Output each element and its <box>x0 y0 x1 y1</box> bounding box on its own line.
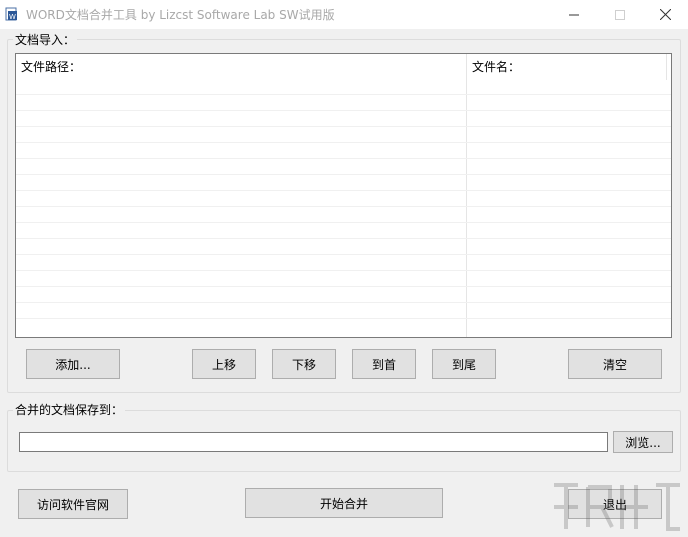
maximize-button[interactable] <box>597 0 643 29</box>
start-merge-button[interactable]: 开始合并 <box>245 488 443 518</box>
close-button[interactable] <box>642 0 688 29</box>
clear-button[interactable]: 清空 <box>568 349 662 379</box>
close-icon <box>659 9 671 20</box>
file-list-header: 文件路径： 文件名： <box>16 54 671 80</box>
minimize-icon <box>569 14 579 15</box>
site-watermark-logo <box>554 483 680 531</box>
move-to-bottom-button[interactable]: 到尾 <box>432 349 496 379</box>
list-row <box>16 174 671 190</box>
column-header-file-name[interactable]: 文件名： <box>467 54 667 80</box>
column-divider-end <box>666 54 667 80</box>
column-header-file-path[interactable]: 文件路径： <box>16 54 466 80</box>
move-down-button[interactable]: 下移 <box>272 349 336 379</box>
import-group-label: 文档导入： <box>13 33 78 47</box>
maximize-icon <box>615 9 625 20</box>
list-row <box>16 94 671 110</box>
list-row <box>16 222 671 238</box>
move-to-top-button[interactable]: 到首 <box>352 349 416 379</box>
list-row <box>16 238 671 254</box>
list-row <box>16 190 671 206</box>
list-row <box>16 206 671 222</box>
svg-text:W: W <box>9 13 16 21</box>
add-button[interactable]: 添加... <box>26 349 120 379</box>
move-up-button[interactable]: 上移 <box>192 349 256 379</box>
minimize-button[interactable] <box>551 0 597 29</box>
list-row <box>16 126 671 142</box>
list-row <box>16 270 671 286</box>
app-icon: W <box>5 7 17 21</box>
visit-website-button[interactable]: 访问软件官网 <box>18 489 128 519</box>
title-bar[interactable]: W WORD文档合并工具 by Lizcst Software Lab SW试用… <box>0 0 688 29</box>
list-row <box>16 286 671 302</box>
save-path-input[interactable] <box>19 432 608 452</box>
list-row <box>16 254 671 270</box>
list-row <box>16 318 671 334</box>
list-row <box>16 158 671 174</box>
file-list[interactable]: 文件路径： 文件名： <box>15 53 672 338</box>
browse-button[interactable]: 浏览... <box>613 431 673 453</box>
window-title: WORD文档合并工具 by Lizcst Software Lab SW试用版 <box>26 8 335 22</box>
list-row <box>16 302 671 318</box>
list-row <box>16 142 671 158</box>
save-group-label: 合并的文档保存到： <box>13 403 126 417</box>
file-list-rows <box>16 94 671 334</box>
list-row <box>16 110 671 126</box>
